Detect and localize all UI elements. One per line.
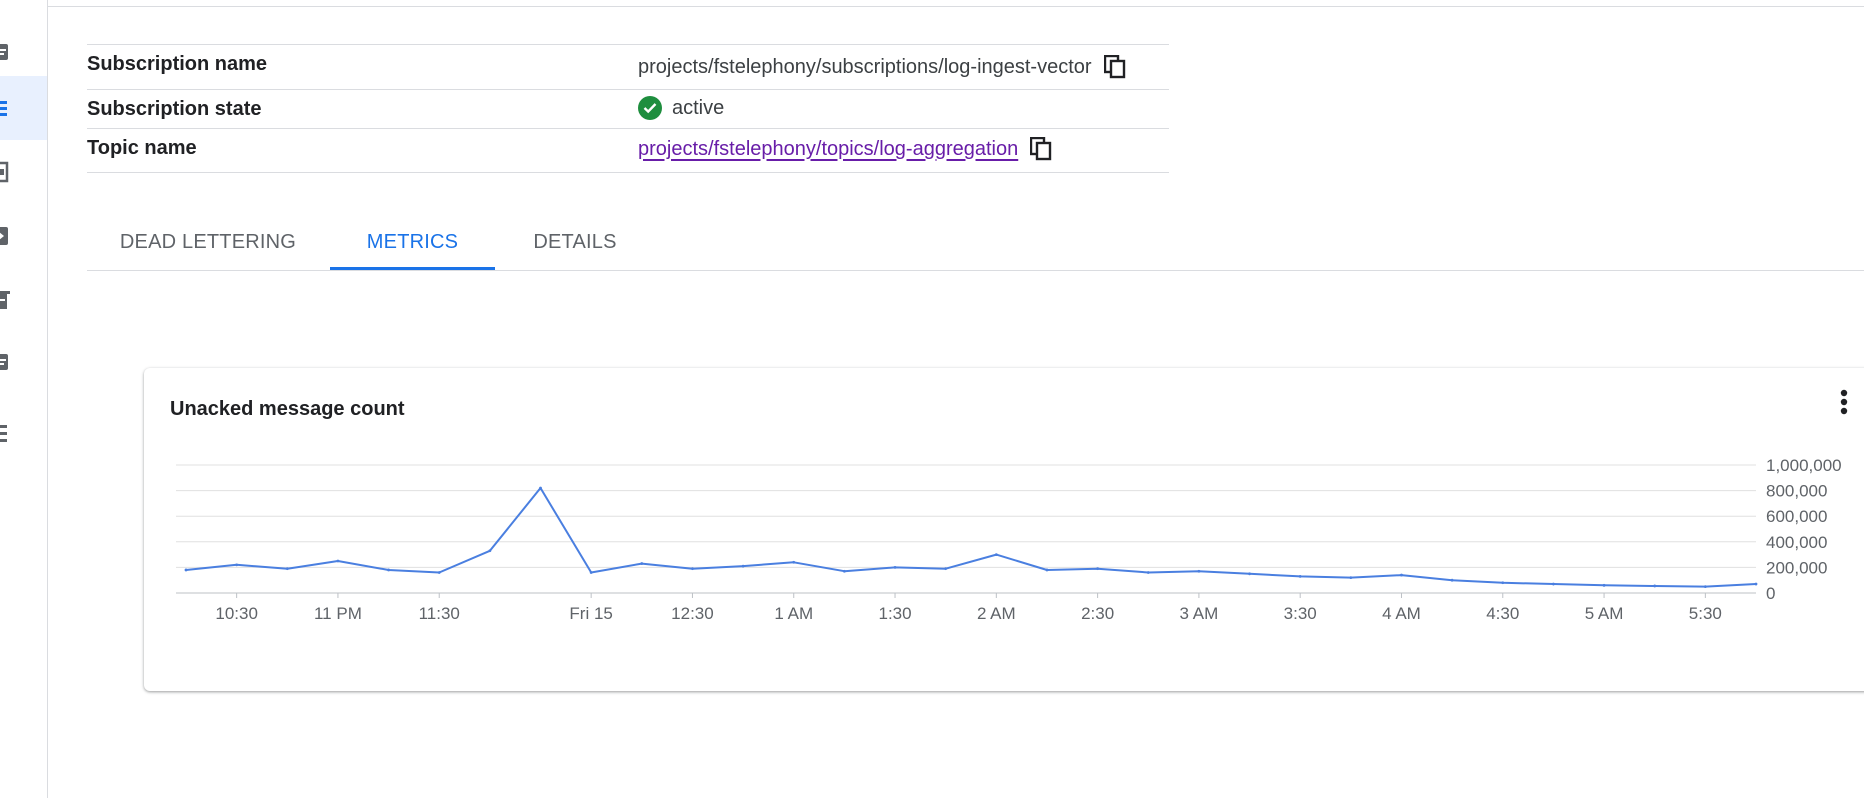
nav-snapshots-icon[interactable] [0, 140, 47, 204]
nav-list-icon[interactable] [0, 402, 47, 466]
data-point [387, 568, 390, 572]
x-tick-label: 2 AM [977, 604, 1016, 623]
data-point [1552, 582, 1555, 586]
data-point [842, 569, 846, 573]
subscription-name-value: projects/fstelephony/subscriptions/log-i… [638, 55, 1092, 78]
y-tick-label: 800,000 [1766, 482, 1827, 501]
x-tick-label: Fri 15 [569, 604, 612, 623]
topic-name-link[interactable]: projects/fstelephony/topics/log-aggregat… [638, 138, 1018, 161]
data-point [1096, 567, 1100, 571]
data-point [741, 564, 745, 568]
series-line [185, 487, 1757, 588]
y-tick-label: 400,000 [1766, 533, 1827, 552]
data-point [1298, 574, 1302, 578]
tab-metrics[interactable]: METRICS [330, 216, 495, 270]
y-tick-label: 600,000 [1766, 507, 1827, 526]
subscription-name-value-wrap: projects/fstelephony/subscriptions/log-i… [638, 55, 1126, 79]
x-tick-label: 12:30 [671, 604, 714, 623]
x-tick-label: 5:30 [1689, 604, 1722, 623]
x-tick-label: 5 AM [1585, 604, 1624, 623]
data-point [1703, 585, 1707, 588]
check-circle-icon [638, 96, 662, 120]
data-point [1653, 584, 1657, 588]
nav-schema-icon[interactable] [0, 204, 47, 268]
x-tick-label: 4 AM [1382, 604, 1421, 623]
data-point [235, 563, 239, 567]
metric-chart-card: Unacked message count 1,000,000 800,000 60… [144, 368, 1864, 691]
x-tick-label: 1 AM [774, 604, 813, 623]
data-point [539, 486, 542, 490]
x-tick-label: 4:30 [1486, 604, 1519, 623]
subscription-tabs: DEAD LETTERING METRICS DETAILS [87, 216, 1864, 271]
data-point [1450, 578, 1454, 582]
topic-name-value-wrap: projects/fstelephony/topics/log-aggregat… [638, 137, 1052, 161]
data-point [792, 560, 796, 564]
x-tick-label: 3:30 [1284, 604, 1317, 623]
tab-dead-lettering[interactable]: DEAD LETTERING [87, 216, 329, 268]
x-tick-label: 10:30 [215, 604, 258, 623]
data-point [488, 549, 492, 553]
data-point [1754, 582, 1758, 586]
data-point [1197, 569, 1201, 573]
x-tick-label: 11 PM [314, 604, 362, 623]
copy-icon[interactable] [1030, 137, 1052, 161]
tab-details[interactable]: DETAILS [495, 216, 655, 268]
data-point [1248, 572, 1251, 576]
nav-subscriptions-icon[interactable] [0, 76, 47, 140]
subscription-name-row: Subscription name projects/fstelephony/s… [87, 44, 1169, 89]
data-point [1045, 568, 1049, 572]
left-nav-rail [0, 0, 48, 798]
subscription-state-label: Subscription state [87, 98, 262, 120]
data-point [1349, 576, 1353, 580]
copy-icon[interactable] [1103, 55, 1126, 79]
unacked-message-count-chart: 1,000,000 800,000 600,000 400,000 200,000 0 10… [176, 456, 1842, 623]
data-point [944, 567, 948, 571]
y-tick-label: 1,000,000 [1766, 456, 1842, 475]
topic-name-label: Topic name [87, 137, 197, 159]
data-point [893, 566, 897, 569]
data-point [336, 559, 340, 563]
subscription-name-label: Subscription name [87, 53, 268, 75]
nav-messages-icon[interactable] [0, 330, 47, 394]
subscription-details-table: Subscription name projects/fstelephony/s… [87, 44, 1169, 173]
data-point [1400, 573, 1403, 577]
data-point [994, 553, 998, 556]
data-point [1146, 571, 1150, 574]
nav-overview-icon[interactable] [0, 20, 47, 84]
x-tick-label: 3 AM [1180, 604, 1219, 623]
subscription-state-value-wrap: active [638, 96, 724, 120]
data-point [691, 567, 694, 571]
nav-topics-icon[interactable] [0, 268, 47, 332]
data-point [437, 571, 441, 574]
topic-name-row: Topic name projects/fstelephony/topics/l… [87, 128, 1169, 173]
subscription-state-row: Subscription state active [87, 89, 1169, 128]
y-tick-label: 200,000 [1766, 558, 1827, 577]
data-point [589, 571, 593, 574]
x-tick-label: 1:30 [878, 604, 911, 623]
y-tick-label: 0 [1766, 584, 1775, 603]
data-point [1602, 583, 1606, 587]
x-tick-label: 11:30 [419, 604, 460, 623]
header-divider [48, 6, 1864, 7]
data-point [285, 567, 289, 571]
subscription-state-value: active [672, 96, 725, 119]
data-point [640, 562, 644, 565]
x-tick-label: 2:30 [1081, 604, 1114, 623]
data-point [1501, 581, 1505, 585]
data-point [184, 568, 188, 572]
